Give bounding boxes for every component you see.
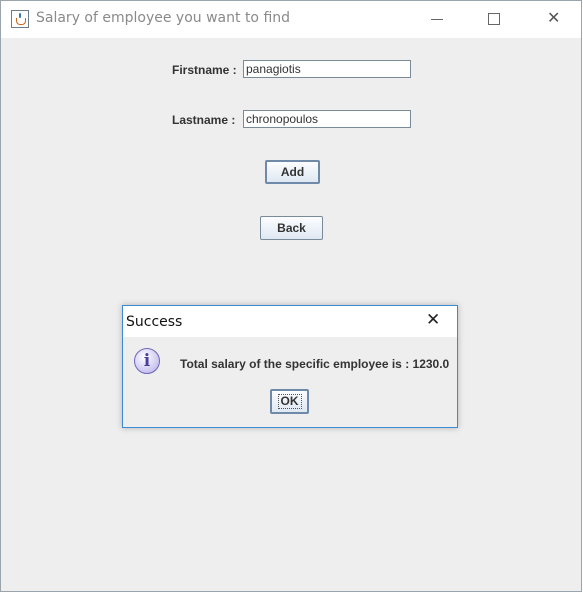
- add-button-label: Add: [280, 165, 305, 179]
- dialog-title-bar[interactable]: Success ✕: [123, 306, 457, 337]
- maximize-icon: [488, 13, 500, 25]
- close-button[interactable]: ✕: [531, 1, 577, 38]
- window-title: Salary of employee you want to find: [36, 10, 291, 26]
- dialog-title: Success: [126, 314, 183, 330]
- lastname-label: Lastname :: [172, 113, 236, 127]
- firstname-field[interactable]: panagiotis: [243, 60, 411, 78]
- dialog-close-icon[interactable]: ✕: [426, 312, 440, 329]
- back-button[interactable]: Back: [260, 216, 323, 240]
- add-button[interactable]: Add: [265, 160, 320, 184]
- main-window: Salary of employee you want to find ✕ Fi…: [0, 0, 582, 592]
- close-icon: ✕: [547, 8, 561, 27]
- firstname-label: Firstname :: [172, 63, 237, 77]
- maximize-button[interactable]: [471, 1, 517, 38]
- minimize-button[interactable]: [414, 1, 460, 38]
- lastname-field[interactable]: chronopoulos: [243, 110, 411, 128]
- java-app-icon: [11, 10, 29, 28]
- ok-button-label: OK: [277, 394, 302, 409]
- success-dialog: Success ✕ i Total salary of the specific…: [122, 305, 458, 428]
- back-button-label: Back: [277, 221, 306, 235]
- info-icon: i: [134, 348, 160, 374]
- ok-button[interactable]: OK: [270, 389, 309, 414]
- dialog-message: Total salary of the specific employee is…: [180, 357, 450, 371]
- minimize-icon: [431, 19, 443, 20]
- title-bar[interactable]: Salary of employee you want to find ✕: [1, 1, 581, 38]
